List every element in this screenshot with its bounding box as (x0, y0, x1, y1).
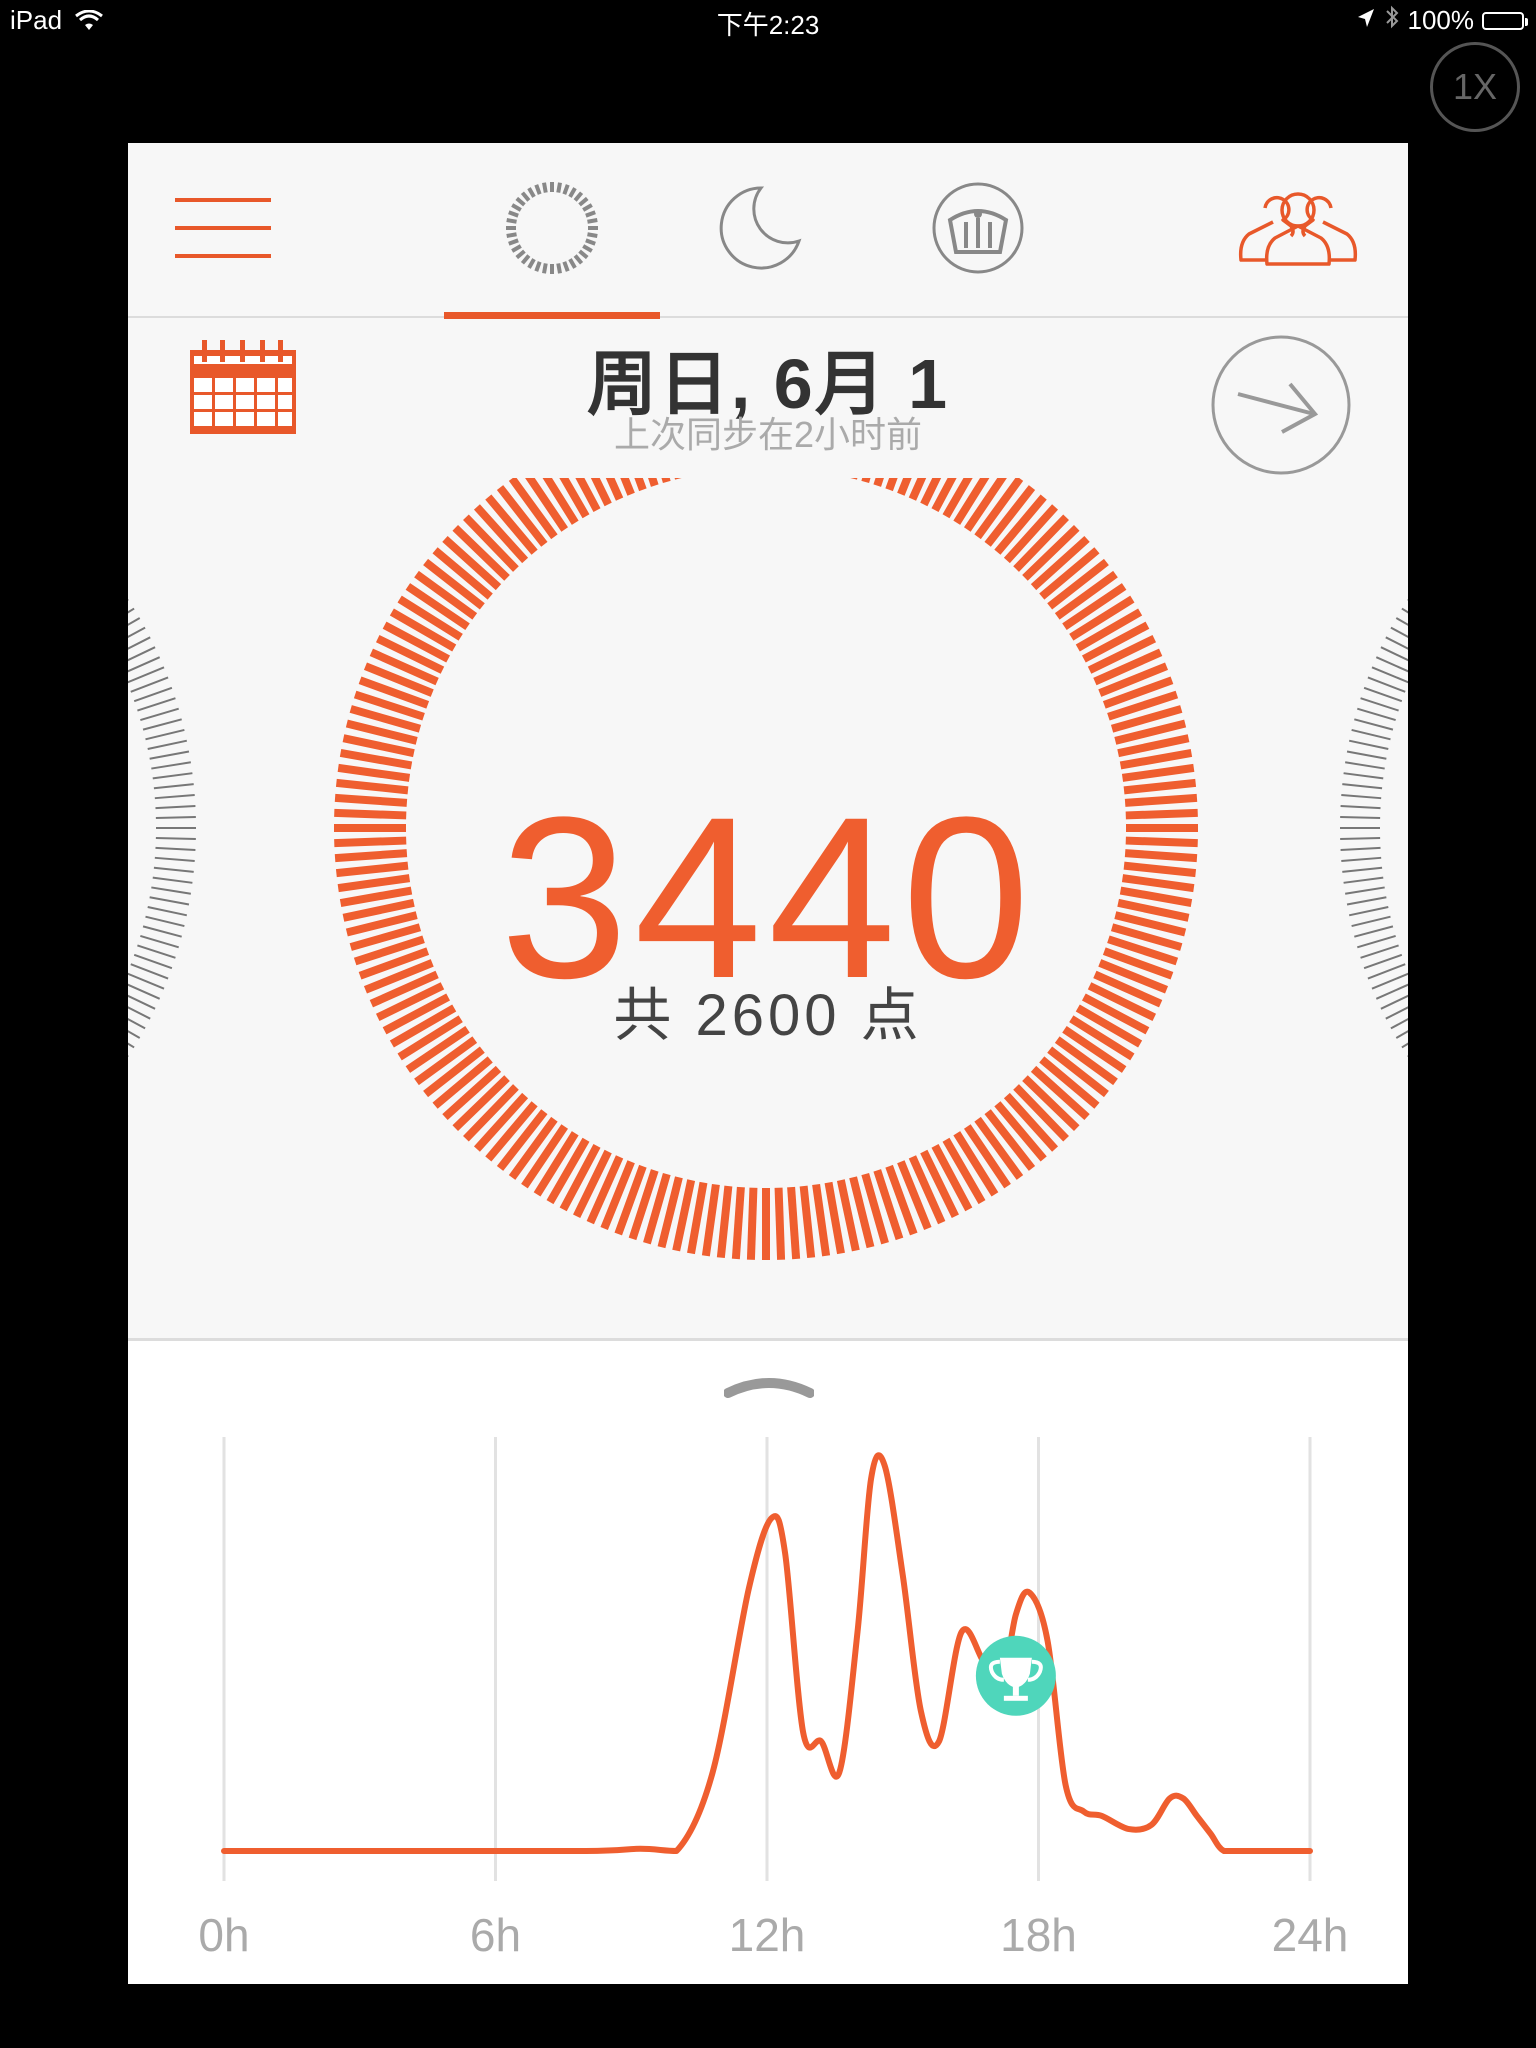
tab-sleep[interactable] (708, 143, 808, 318)
chevron-up-icon (723, 1378, 815, 1403)
x-tick-label: 6h (470, 1909, 521, 1961)
status-bar: iPad 下午2:23 100% (0, 0, 1536, 40)
menu-button[interactable] (168, 143, 278, 318)
next-day-button[interactable] (1210, 334, 1352, 481)
scale-icon (930, 180, 1026, 281)
hamburger-menu-icon (175, 196, 271, 265)
activity-line-chart: 0h 6h 12h 18h 24h (198, 1437, 1348, 1961)
people-icon (1235, 188, 1361, 273)
x-axis-ticks: 0h 6h 12h 18h 24h (198, 1909, 1348, 1961)
app-window: 周日, 6月 1 上次同步在2小时前 3440 共 2600 点 0h 6h 12h… (128, 143, 1408, 1984)
trophy-icon[interactable] (975, 1635, 1056, 1716)
moon-icon (713, 183, 803, 278)
bluetooth-icon (1384, 5, 1400, 36)
x-tick-label: 0h (198, 1909, 249, 1961)
chart-gridlines (222, 1437, 1312, 1881)
clock: 下午2:23 (716, 10, 820, 40)
x-tick-label: 24h (1272, 1909, 1349, 1961)
x-tick-label: 12h (729, 1909, 806, 1961)
day-header: 周日, 6月 1 上次同步在2小时前 (128, 318, 1408, 478)
activity-ring-icon (504, 180, 600, 281)
tab-activity[interactable] (444, 143, 660, 318)
activity-ring-area: 3440 共 2600 点 (128, 478, 1408, 1338)
battery-percent: 100% (1407, 5, 1475, 35)
activity-chart-panel: 0h 6h 12h 18h 24h (128, 1338, 1408, 1984)
expand-handle[interactable] (723, 1373, 815, 1404)
goal-text: 共 2600 点 (613, 983, 923, 1048)
x-tick-label: 18h (1000, 1909, 1077, 1961)
top-nav (128, 143, 1408, 319)
zoom-1x-button[interactable]: 1X (1430, 42, 1520, 132)
location-icon (1356, 5, 1376, 36)
battery-icon (1482, 11, 1528, 30)
tab-weight[interactable] (928, 143, 1028, 318)
friends-button[interactable] (1228, 143, 1368, 318)
